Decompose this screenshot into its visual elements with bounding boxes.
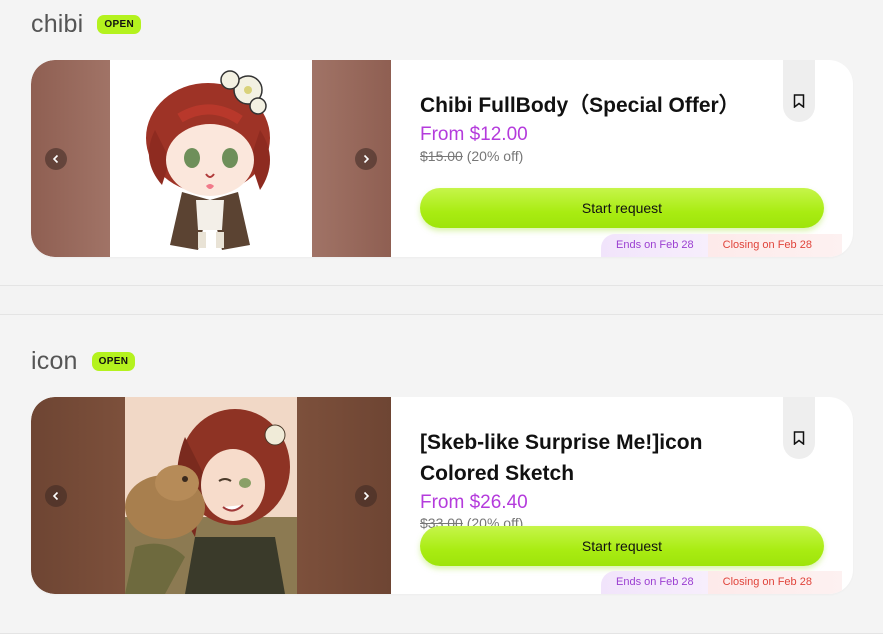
commission-title-line2: Colored Sketch: [420, 462, 575, 485]
closing-tag: Closing on Feb 28: [707, 234, 842, 257]
deadline-tags: Ends on Feb 28 Closing on Feb 28: [601, 234, 842, 257]
status-badge: OPEN: [97, 15, 141, 34]
section-title: chibi: [31, 10, 84, 38]
bookmark-icon: [793, 94, 805, 108]
carousel-next-button[interactable]: [355, 485, 377, 507]
original-price: $15.00: [420, 148, 463, 164]
commission-title[interactable]: Chibi FullBody（Special Offer）: [420, 90, 760, 121]
icon-artwork-icon: [125, 397, 297, 594]
bookmark-icon: [793, 431, 805, 445]
artwork-image[interactable]: [110, 60, 312, 257]
commission-card[interactable]: [Skeb-like Surprise Me!]icon Colored Ske…: [31, 397, 853, 594]
price: From $26.40: [420, 492, 528, 513]
image-carousel[interactable]: [31, 60, 391, 257]
original-price-row: $15.00 (20% off): [420, 148, 523, 164]
chevron-right-icon: [363, 154, 370, 164]
chevron-left-icon: [52, 491, 59, 501]
start-request-button[interactable]: Start request: [420, 526, 824, 566]
section-title: icon: [31, 347, 78, 375]
carousel-prev-button[interactable]: [45, 485, 67, 507]
ends-tag: Ends on Feb 28: [601, 234, 708, 257]
artwork-image[interactable]: [125, 397, 297, 594]
closing-tag: Closing on Feb 28: [707, 571, 842, 594]
commission-section-chibi: chibi OPEN Chibi FullBody（Special Offer）…: [0, 0, 883, 286]
commission-section-icon: icon OPEN [Skeb-like Surprise Me!]icon C…: [0, 314, 883, 634]
chevron-right-icon: [363, 491, 370, 501]
section-header: icon OPEN: [31, 347, 136, 376]
commission-title-line1: [Skeb-like Surprise Me!]icon: [420, 431, 703, 454]
ends-tag: Ends on Feb 28: [601, 571, 708, 594]
commission-title[interactable]: [Skeb-like Surprise Me!]icon Colored Ske…: [420, 427, 760, 489]
discount-label: (20% off): [466, 148, 524, 164]
carousel-next-button[interactable]: [355, 148, 377, 170]
deadline-tags: Ends on Feb 28 Closing on Feb 28: [601, 571, 842, 594]
image-carousel[interactable]: [31, 397, 391, 594]
chibi-artwork-icon: [146, 70, 270, 250]
status-badge: OPEN: [91, 352, 136, 371]
bookmark-button[interactable]: [783, 397, 815, 459]
carousel-prev-button[interactable]: [45, 148, 67, 170]
bookmark-button[interactable]: [783, 60, 815, 122]
section-header: chibi OPEN: [31, 10, 141, 39]
chevron-left-icon: [52, 154, 59, 164]
price: From $12.00: [420, 124, 528, 145]
commission-card[interactable]: Chibi FullBody（Special Offer） From $12.0…: [31, 60, 853, 257]
start-request-button[interactable]: Start request: [420, 188, 824, 228]
